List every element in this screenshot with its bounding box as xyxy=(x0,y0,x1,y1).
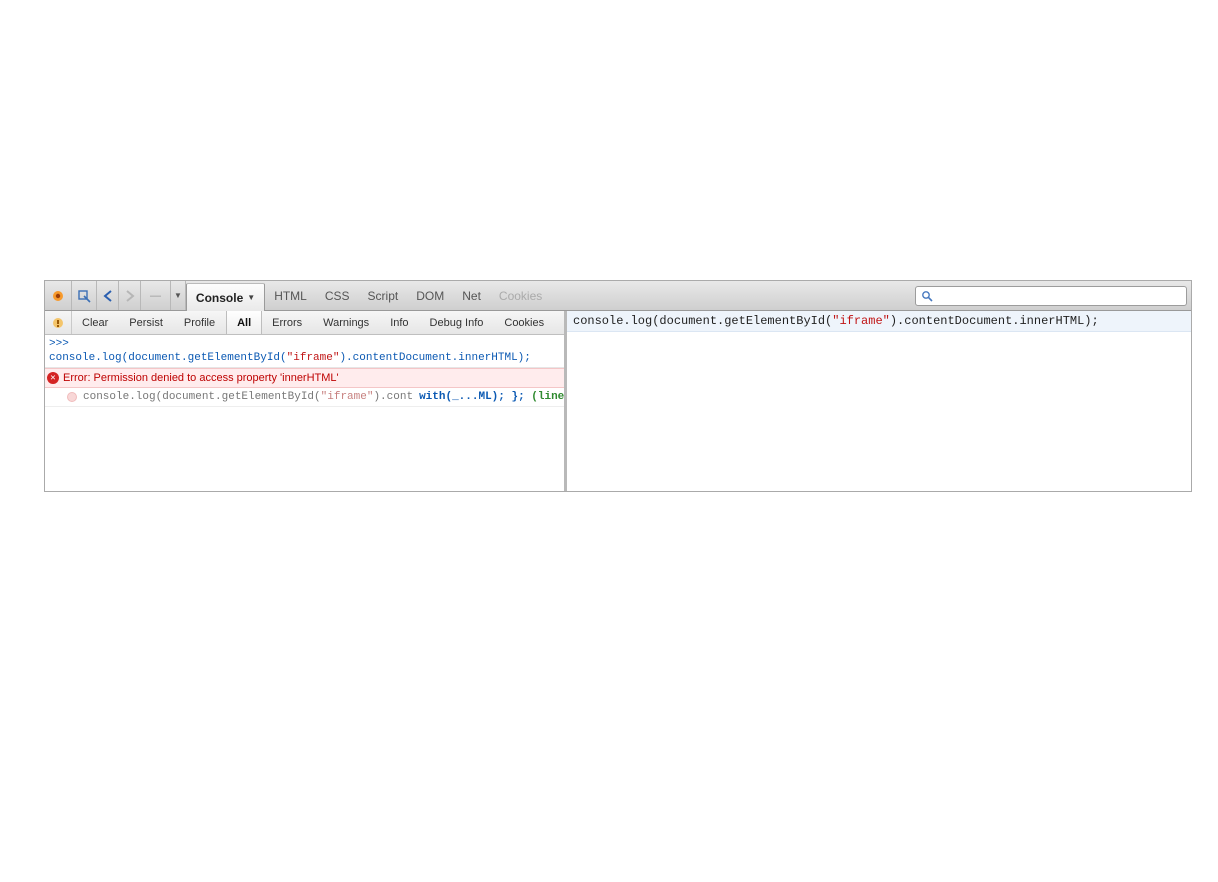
panel-menu-dropdown[interactable]: ▼ xyxy=(171,281,186,310)
tab-net[interactable]: Net xyxy=(453,281,490,310)
console-profile-button[interactable]: Profile xyxy=(174,311,226,334)
search-box[interactable] xyxy=(915,286,1187,306)
code-string: "iframe" xyxy=(287,352,340,364)
console-stack-trace-row[interactable]: console.log(document.getElementById("ifr… xyxy=(45,388,564,407)
toolbar-spacer xyxy=(551,281,915,310)
tab-cookies[interactable]: Cookies xyxy=(490,281,551,310)
tab-label: DOM xyxy=(416,289,444,303)
code-fragment: console.log(document.getElementById( xyxy=(573,314,832,328)
console-filter-errors[interactable]: Errors xyxy=(262,311,313,334)
tab-html[interactable]: HTML xyxy=(265,281,316,310)
tab-label: Script xyxy=(368,289,399,303)
main-toolbar: — ▼ Console ▼ HTML CSS Script DOM Net Co… xyxy=(45,281,1191,311)
nav-forward-button[interactable] xyxy=(119,281,141,310)
console-clear-button[interactable]: Clear xyxy=(72,311,119,334)
console-persist-button[interactable]: Persist xyxy=(119,311,174,334)
break-on-error-button[interactable] xyxy=(45,311,72,334)
code-fragment: ).contentDocument.innerHTML); xyxy=(890,314,1099,328)
console-error-row[interactable]: ✕ Error: Permission denied to access pro… xyxy=(45,368,564,388)
command-editor[interactable]: console.log(document.getElementById("ifr… xyxy=(567,311,1191,332)
console-prompt: >>> xyxy=(49,338,69,350)
console-filter-info[interactable]: Info xyxy=(380,311,419,334)
trace-marker-icon xyxy=(67,392,77,402)
toolbar-extra-button[interactable]: — xyxy=(141,281,171,310)
tab-label: CSS xyxy=(325,289,350,303)
split-container: Clear Persist Profile All Errors Warning… xyxy=(45,311,1191,491)
error-icon: ✕ xyxy=(47,372,59,384)
tab-label: HTML xyxy=(274,289,307,303)
console-filter-all[interactable]: All xyxy=(226,311,262,334)
search-icon xyxy=(921,290,933,302)
console-pane: Clear Persist Profile All Errors Warning… xyxy=(45,311,567,491)
search-input[interactable] xyxy=(937,290,1181,302)
tab-label: Cookies xyxy=(499,289,542,303)
firebug-icon[interactable] xyxy=(45,281,72,310)
command-editor-pane: console.log(document.getElementById("ifr… xyxy=(567,311,1191,491)
console-command-entry: >>> console.log(document.getElementById(… xyxy=(45,335,564,368)
code-fragment: console.log(document.getElementById( xyxy=(49,352,287,364)
nav-back-button[interactable] xyxy=(97,281,119,310)
tab-css[interactable]: CSS xyxy=(316,281,359,310)
trace-location[interactable]: with(_...ML); }; (line 2) xyxy=(419,390,564,404)
console-output[interactable]: >>> console.log(document.getElementById(… xyxy=(45,335,564,491)
code-fragment: ).contentDocument.innerHTML); xyxy=(339,352,530,364)
tab-console[interactable]: Console ▼ xyxy=(186,283,265,311)
tab-label: Net xyxy=(462,289,481,303)
console-filter-cookies[interactable]: Cookies xyxy=(494,311,555,334)
tab-dom[interactable]: DOM xyxy=(407,281,453,310)
console-sub-toolbar: Clear Persist Profile All Errors Warning… xyxy=(45,311,564,335)
trace-code: console.log(document.getElementById("ifr… xyxy=(83,390,413,404)
firebug-panel: — ▼ Console ▼ HTML CSS Script DOM Net Co… xyxy=(44,280,1192,492)
console-filter-warnings[interactable]: Warnings xyxy=(313,311,380,334)
dropdown-arrow-icon: ▼ xyxy=(247,293,255,302)
inspect-icon[interactable] xyxy=(72,281,97,310)
console-filter-debug[interactable]: Debug Info xyxy=(420,311,495,334)
tab-label: Console xyxy=(196,291,243,305)
tab-script[interactable]: Script xyxy=(359,281,408,310)
code-string: "iframe" xyxy=(832,314,890,328)
error-message: Error: Permission denied to access prope… xyxy=(63,371,339,385)
